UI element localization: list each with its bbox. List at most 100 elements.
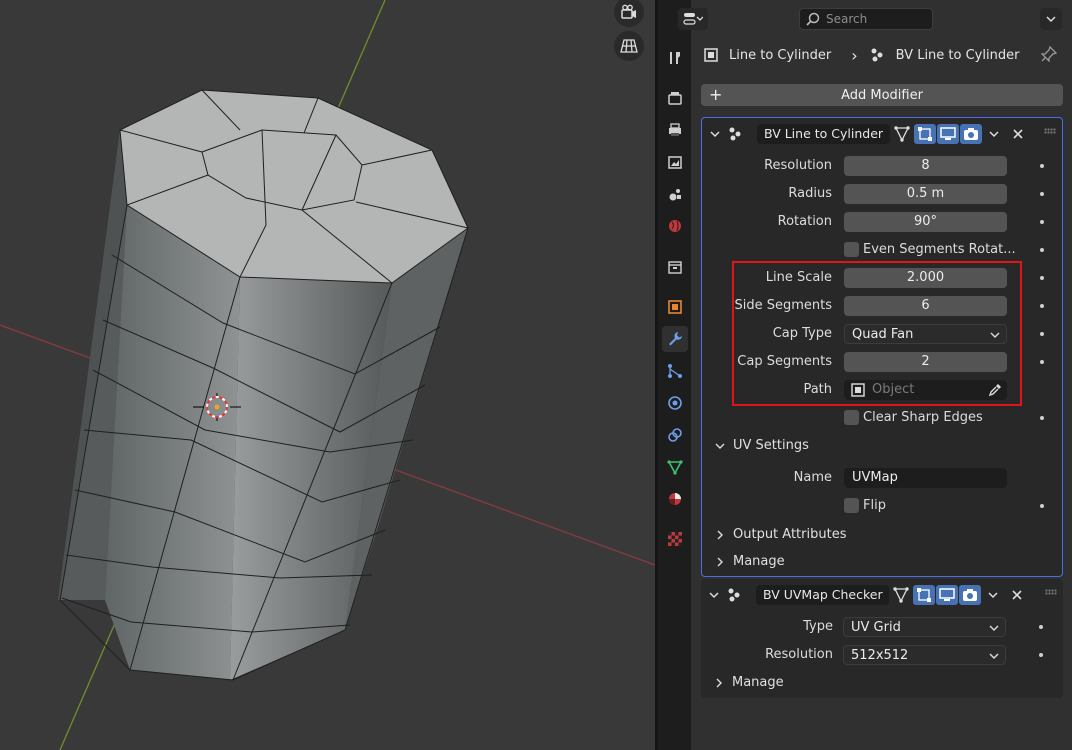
- tab-particles[interactable]: [662, 358, 688, 384]
- object-icon: [704, 48, 718, 62]
- drag-handle[interactable]: [1044, 128, 1056, 134]
- add-modifier-label: Add Modifier: [841, 87, 923, 103]
- material-icon: [669, 493, 681, 505]
- clear-sharp-checkbox[interactable]: [844, 410, 859, 425]
- edit-mode-toggle[interactable]: [913, 585, 935, 605]
- tab-world[interactable]: [662, 213, 688, 239]
- keyframe-dot[interactable]: [1039, 625, 1043, 629]
- modifier-name-input[interactable]: BV UVMap Checker: [756, 585, 889, 605]
- edit-mode-toggle[interactable]: [914, 124, 936, 144]
- keyframe-dot[interactable]: [1040, 276, 1044, 280]
- editor-type-button[interactable]: [678, 8, 708, 30]
- tab-view-layer[interactable]: [662, 149, 688, 175]
- manage-subpanel-header[interactable]: Manage: [702, 550, 1062, 574]
- path-object-field[interactable]: Object: [844, 380, 1007, 400]
- uv-name-input[interactable]: UVMap: [844, 468, 1007, 488]
- chevron-down-icon: [989, 625, 999, 631]
- keyframe-dot[interactable]: [1040, 360, 1044, 364]
- edit-mode-cage-toggle[interactable]: [891, 124, 913, 144]
- tab-tool[interactable]: [662, 45, 688, 71]
- rotation-field[interactable]: 90°: [844, 212, 1007, 232]
- keyframe-dot[interactable]: [1040, 332, 1044, 336]
- close-icon[interactable]: [1011, 589, 1023, 601]
- modifier-header[interactable]: BV UVMap Checker: [701, 579, 1063, 609]
- modifier-header[interactable]: BV Line to Cylinder: [702, 118, 1062, 148]
- edit-mode-icon: [918, 127, 932, 141]
- tab-object[interactable]: [662, 294, 688, 320]
- collapse-chevron-icon[interactable]: [709, 591, 719, 599]
- keyframe-dot[interactable]: [1039, 653, 1043, 657]
- camera-icon: [621, 4, 636, 19]
- tab-physics[interactable]: [662, 390, 688, 416]
- options-dropdown-button[interactable]: [1040, 8, 1062, 30]
- world-icon: [669, 220, 681, 232]
- viewport-display-toggle[interactable]: [936, 585, 958, 605]
- output-attributes-subpanel-header[interactable]: Output Attributes: [702, 523, 1062, 547]
- printer-icon: [669, 123, 681, 136]
- line-scale-row: Line Scale 2.000: [702, 267, 1062, 289]
- tab-constraints[interactable]: [662, 422, 688, 448]
- flip-checkbox[interactable]: [844, 498, 859, 513]
- uv-settings-subpanel-header[interactable]: UV Settings: [702, 434, 1062, 458]
- collapse-chevron-icon[interactable]: [710, 130, 720, 138]
- monitor-icon: [940, 127, 956, 140]
- tab-scene[interactable]: [662, 181, 688, 207]
- collection-icon: [668, 261, 682, 274]
- tab-texture[interactable]: [662, 526, 688, 552]
- checker-resolution-value: 512x512: [851, 648, 909, 663]
- keyframe-dot[interactable]: [1040, 192, 1044, 196]
- scene-icon: [669, 189, 681, 201]
- side-segments-field[interactable]: 6: [844, 296, 1007, 316]
- tab-modifiers[interactable]: [662, 326, 688, 352]
- perspective-toggle-button[interactable]: [614, 31, 644, 61]
- line-scale-field[interactable]: 2.000: [844, 268, 1007, 288]
- cap-type-label: Cap Type: [772, 326, 832, 341]
- search-icon: [806, 12, 820, 26]
- modifier-name-input[interactable]: BV Line to Cylinder: [757, 124, 890, 144]
- drag-handle[interactable]: [1045, 589, 1057, 595]
- checker-resolution-dropdown[interactable]: 512x512: [843, 645, 1006, 665]
- tab-render[interactable]: [662, 85, 688, 111]
- render-icon: [668, 92, 682, 105]
- pin-button[interactable]: [1040, 45, 1059, 64]
- viewport-display-toggle[interactable]: [937, 124, 959, 144]
- close-icon[interactable]: [1012, 128, 1024, 140]
- cap-segments-field[interactable]: 2: [844, 352, 1007, 372]
- edit-mode-cage-toggle[interactable]: [890, 585, 912, 605]
- keyframe-dot[interactable]: [1040, 248, 1044, 252]
- pin-icon: [1040, 45, 1058, 63]
- manage-subpanel-header[interactable]: Manage: [701, 671, 1063, 695]
- search-input[interactable]: Search: [799, 8, 933, 30]
- keyframe-dot[interactable]: [1040, 164, 1044, 168]
- object-icon: [851, 383, 865, 397]
- uv-name-label: Name: [793, 470, 832, 485]
- even-segments-checkbox[interactable]: [844, 242, 859, 257]
- tab-material[interactable]: [662, 486, 688, 512]
- radius-label: Radius: [788, 186, 832, 201]
- eyedropper-icon[interactable]: [988, 383, 1002, 397]
- chevron-down-icon[interactable]: [988, 591, 998, 599]
- render-toggle[interactable]: [960, 124, 982, 144]
- tab-output[interactable]: [662, 117, 688, 143]
- keyframe-dot[interactable]: [1040, 220, 1044, 224]
- resolution-field[interactable]: 8: [844, 156, 1007, 176]
- chevron-down-icon: [1046, 16, 1056, 23]
- chevron-down-icon: [989, 653, 999, 659]
- add-modifier-button[interactable]: + Add Modifier: [701, 84, 1063, 106]
- keyframe-dot[interactable]: [1040, 304, 1044, 308]
- type-value: UV Grid: [851, 620, 901, 635]
- checker-resolution-label: Resolution: [765, 647, 833, 662]
- radius-field[interactable]: 0.5 m: [844, 184, 1007, 204]
- keyframe-dot[interactable]: [1040, 416, 1044, 420]
- line-scale-label: Line Scale: [765, 270, 832, 285]
- keyframe-dot[interactable]: [1040, 504, 1044, 508]
- cap-type-dropdown[interactable]: Quad Fan: [844, 324, 1007, 344]
- tab-data[interactable]: [662, 454, 688, 480]
- tab-collection[interactable]: [662, 254, 688, 280]
- chevron-down-icon[interactable]: [989, 130, 999, 138]
- manage-title: Manage: [733, 554, 785, 569]
- type-dropdown[interactable]: UV Grid: [843, 617, 1006, 637]
- 3d-viewport[interactable]: [0, 0, 655, 750]
- render-toggle[interactable]: [959, 585, 981, 605]
- uv-settings-title: UV Settings: [733, 438, 809, 453]
